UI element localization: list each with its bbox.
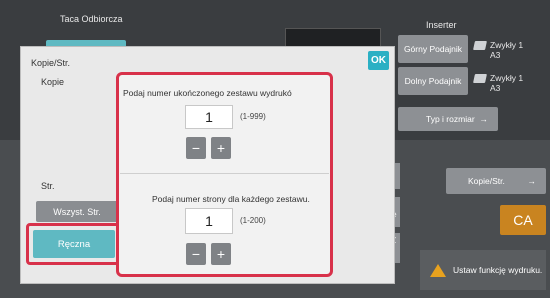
ok-button[interactable]: OK [368,51,389,70]
copies-minus-button[interactable]: − [186,137,206,159]
manual-button[interactable]: Ręczna [33,230,115,258]
lower-tray-button[interactable]: Dolny Podajnik [398,67,468,95]
upper-tray-paper: Zwykły 1 [490,40,524,50]
pages-input[interactable]: 1 [185,208,233,234]
pages-label: Str. [41,181,55,191]
pages-plus-button[interactable]: + [211,243,231,265]
arrow-right-icon: → [479,114,489,124]
warning-banner: Ustaw funkcję wydruku. [420,250,546,290]
warning-text: Ustaw funkcję wydruku. [453,264,543,275]
upper-tray-button[interactable]: Górny Podajnik [398,35,468,63]
arrow-right-icon: → [527,176,537,186]
pages-minus-button[interactable]: − [186,243,206,265]
lower-tray-info: Zwykły 1 A3 [473,73,524,94]
pages-prompt: Podaj numer strony dla każdego zestawu. [152,194,310,204]
paper-icon [473,41,487,51]
ca-button[interactable]: CA [500,205,546,235]
copies-pages-label: Kopie/Str. [468,176,505,186]
copies-input[interactable]: 1 [185,105,233,129]
copies-range: (1-999) [240,112,266,121]
all-pages-button[interactable]: Wszyst. Str. [36,201,118,222]
copies-label: Kopie [41,77,65,87]
dialog-title: Kopie/Str. [31,58,71,68]
output-tray-label: Taca Odbiorcza [60,14,123,24]
type-size-button[interactable]: Typ i rozmiar → [398,107,498,131]
pages-range: (1-200) [240,216,266,225]
upper-tray-size: A3 [490,50,501,61]
copies-pages-button[interactable]: Kopie/Str. → [446,168,546,194]
copies-prompt: Podaj numer ukończonego zestawu wydrukó [123,88,292,98]
warning-icon [430,263,446,277]
paper-icon [473,74,487,84]
type-size-label: Typ i rozmiar [426,114,475,124]
panel-divider [120,173,329,174]
lower-tray-paper: Zwykły 1 [490,73,524,83]
lower-tray-size: A3 [490,83,501,94]
copies-plus-button[interactable]: + [211,137,231,159]
upper-tray-info: Zwykły 1 A3 [473,40,524,61]
inserter-label: Inserter [426,20,457,30]
